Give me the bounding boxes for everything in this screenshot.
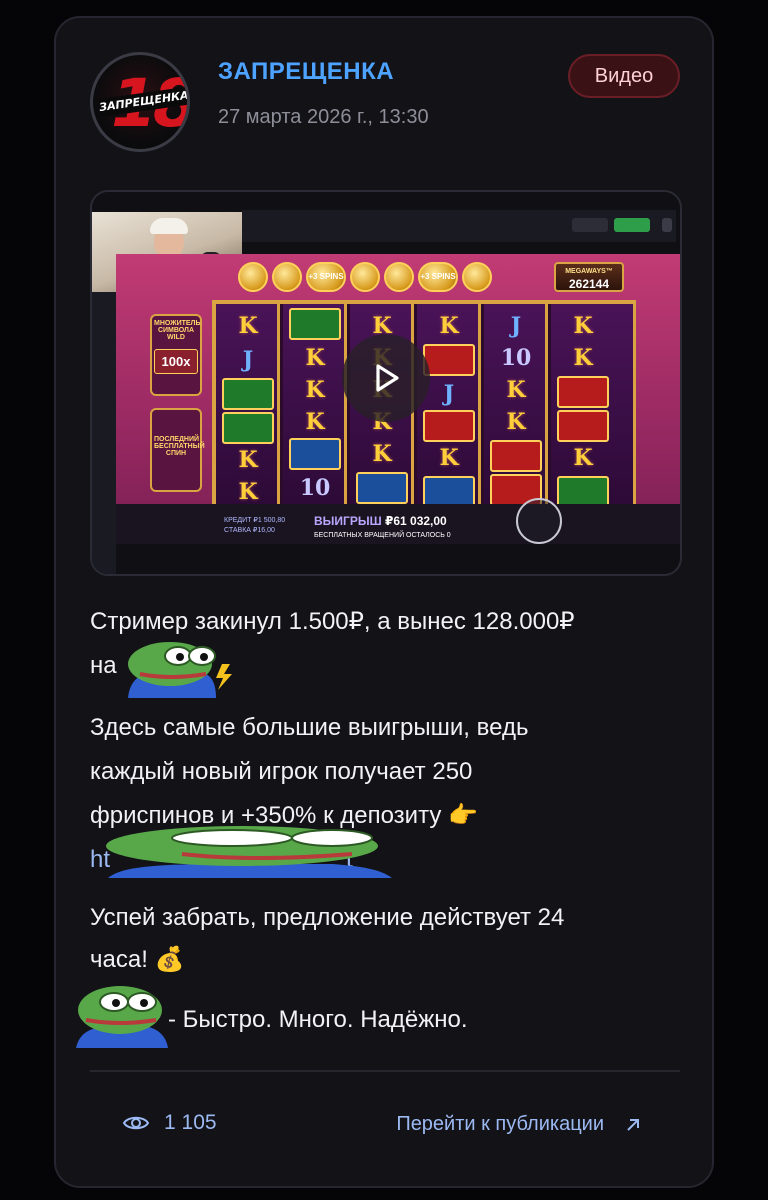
wild-panel-label: МНОЖИТЕЛЬ СИМВОЛА WILD [154,320,201,341]
last-spin-panel: ПОСЛЕДНИЙ БЕСПЛАТНЫЙ СПИН [150,408,205,492]
frog-emoji-2 [76,986,168,1048]
go-to-post-link[interactable]: Перейти к публикации [396,1113,642,1136]
stake-text: СТАВКА ₽16,00 [224,527,275,534]
last-spin-label: ПОСЛЕДНИЙ БЕСПЛАТНЫЙ СПИН [154,436,205,457]
post-text-para4: - Быстро. Много. Надёжно. [168,1006,468,1033]
video-badge: Видео [568,54,680,98]
play-button[interactable] [342,334,430,422]
views-counter: 1 105 [122,1111,217,1135]
post-text-para3-line1: Успей забрать, предложение действует 24 [90,904,565,931]
spins-badge: +3 SPINS [306,262,346,292]
post-text-para2-line1: Здесь самые большие выигрыши, ведь [90,714,529,741]
post-card: 18 ЗАПРЕЩЕНКА ЗАПРЕЩЕНКА 27 марта 2026 г… [54,16,714,1188]
spins-badge-2: +3 SPINS [418,262,458,292]
footer-divider [90,1070,680,1072]
casino-topbar [242,210,676,242]
play-icon [376,364,399,392]
post-date: 27 марта 2026 г., 13:30 [218,106,429,128]
channel-name[interactable]: ЗАПРЕЩЕНКА [218,58,394,86]
credit-text: КРЕДИТ ₽1 500,80 [224,517,286,524]
free-spins-text: БЕСПЛАТНЫХ ВРАЩЕНИЙ ОСТАЛОСЬ 0 [314,532,451,539]
spin-button [516,498,562,544]
megaways-value: 262144 [568,277,610,291]
post-text-para3-line2: часа! 💰 [90,946,185,973]
channel-avatar[interactable]: 18 ЗАПРЕЩЕНКА [90,52,190,152]
coin-row: +3 SPINS +3 SPINS [238,260,532,294]
arrow-up-right-icon [627,1118,639,1131]
frog-emoji-wide [106,826,392,878]
casino-sidebar [92,292,116,574]
win-display: ВЫИГРЫШ ₽61 032,00 [314,514,447,528]
go-to-post-label: Перейти к публикации [396,1113,604,1135]
frog-emoji-1 [128,642,232,698]
slot-reels: K J K K K K K 10 K K K K J K J 10 K K K … [212,300,636,514]
wild-multiplier-panel: МНОЖИТЕЛЬ СИМВОЛА WILD 100x [150,314,202,396]
win-value: ₽61 032,00 [385,514,447,528]
video-thumbnail[interactable]: +3 SPINS +3 SPINS MEGAWAYS™ 262144 МНОЖИ… [90,190,682,576]
post-text-para2-line2: каждый новый игрок получает 250 [90,758,473,785]
eye-icon [122,1116,150,1130]
post-text-prefix: на [90,652,117,679]
megaways-box: MEGAWAYS™ 262144 [554,262,624,292]
win-label: ВЫИГРЫШ [314,514,382,528]
wild-multiplier-value: 100x [154,349,198,374]
views-count: 1 105 [164,1111,217,1134]
